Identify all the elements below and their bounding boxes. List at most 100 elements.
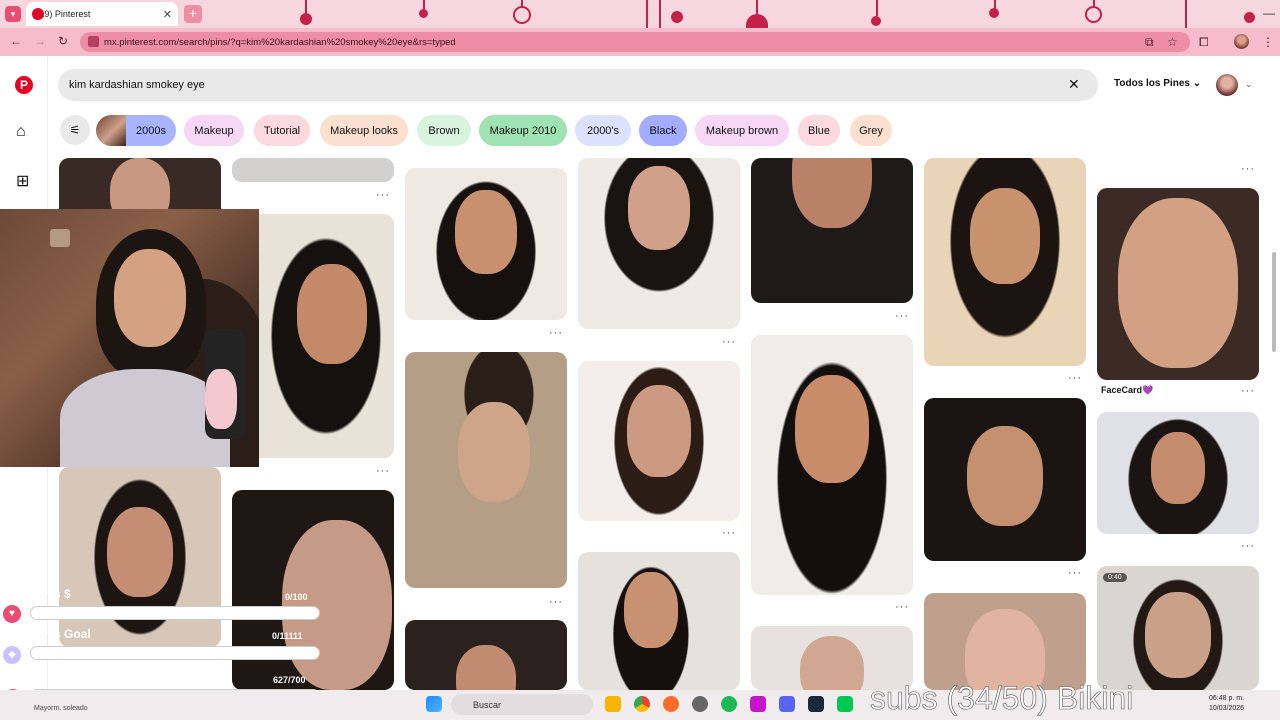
extensions-icon[interactable]: ⧠ <box>1199 35 1209 50</box>
pin-image[interactable] <box>1097 412 1259 534</box>
pin-image[interactable] <box>405 352 567 588</box>
pin-image[interactable] <box>924 158 1086 366</box>
chip-label: 2000's <box>586 124 620 137</box>
pin-more-icon[interactable]: ··· <box>376 189 390 201</box>
pin-more-icon[interactable]: ··· <box>1241 385 1255 397</box>
new-tab-button[interactable]: + <box>184 5 202 23</box>
scrollbar-thumb[interactable] <box>1272 252 1276 352</box>
tab-search-menu-icon[interactable]: ▾ <box>5 6 21 22</box>
canva-icon[interactable] <box>750 696 766 712</box>
chrome-icon[interactable] <box>634 696 650 712</box>
pin-image[interactable] <box>1097 188 1259 380</box>
system-clock[interactable]: 06:48 p. m. 10/03/2026 <box>1209 694 1244 714</box>
bookmark-star-icon[interactable]: ☆ <box>1167 35 1178 49</box>
chip-blue[interactable]: Blue <box>798 115 840 146</box>
pin-more-icon[interactable]: ··· <box>1068 567 1082 579</box>
weather-text[interactable]: Mayorm. soleado <box>34 705 88 712</box>
browser-menu-icon[interactable]: ⋮ <box>1262 35 1274 49</box>
pin-more-icon[interactable]: ··· <box>549 327 563 339</box>
chip-makeup-2010[interactable]: Makeup 2010 <box>479 115 567 146</box>
pin-image[interactable] <box>751 335 913 595</box>
site-info-icon[interactable] <box>88 36 99 47</box>
explore-icon[interactable]: ⊞ <box>16 171 29 191</box>
file-explorer-icon[interactable] <box>605 696 621 712</box>
pin-image[interactable] <box>405 620 567 690</box>
install-app-icon[interactable]: ⧉ <box>1145 35 1154 50</box>
goal-count: 0/11111 <box>272 631 303 641</box>
windows-start-icon[interactable] <box>426 696 442 712</box>
pin-image[interactable] <box>578 361 740 521</box>
search-input[interactable]: kim kardashian smokey eye <box>58 69 1098 101</box>
browser-profile-avatar[interactable] <box>1234 34 1249 49</box>
chip-makeup[interactable]: Makeup <box>184 115 244 146</box>
chip-2000s[interactable]: 2000s <box>126 115 176 146</box>
chip-label: Blue <box>807 124 831 137</box>
chip-black[interactable]: Black <box>639 115 687 146</box>
tab-pinterest[interactable]: (119) Pinterest ✕ <box>26 2 178 26</box>
account-chevron-icon[interactable]: ⌄ <box>1245 79 1253 90</box>
spotify-icon[interactable] <box>721 696 737 712</box>
pin-image[interactable] <box>924 398 1086 561</box>
pin-image[interactable] <box>751 158 913 303</box>
pin-face <box>792 158 872 228</box>
chip-label: Tutorial <box>263 124 301 137</box>
pin-face <box>627 385 691 477</box>
chip-brown[interactable]: Brown <box>417 115 471 146</box>
wall-decor <box>50 229 70 247</box>
forward-icon[interactable]: → <box>34 34 46 48</box>
filters-icon[interactable]: ⚟ <box>60 115 90 145</box>
steam-icon[interactable] <box>808 696 824 712</box>
pin-more-icon[interactable]: ··· <box>895 310 909 322</box>
pin-image[interactable] <box>232 490 394 690</box>
pin-title[interactable]: FaceCard💜 <box>1101 385 1153 396</box>
pin-image[interactable] <box>59 467 221 647</box>
pin-image[interactable] <box>405 168 567 320</box>
kick-icon[interactable] <box>837 696 853 712</box>
pin-video[interactable]: 0:40 <box>1097 566 1259 690</box>
chip-tutorial[interactable]: Tutorial <box>254 115 310 146</box>
chip-label: Makeup <box>194 124 234 137</box>
pin-type-dropdown[interactable]: Todos los Pines ⌄ <box>1114 78 1201 89</box>
pin-face <box>800 636 864 690</box>
pinterest-logo-icon[interactable]: P <box>15 76 33 94</box>
app-icon[interactable] <box>692 696 708 712</box>
taskbar-search[interactable]: Buscar <box>451 694 593 715</box>
reload-icon[interactable]: ↻ <box>58 34 68 48</box>
decor-line <box>1185 0 1187 28</box>
decor-line <box>659 0 661 28</box>
decor-line <box>756 0 758 14</box>
home-icon[interactable]: ⌂ <box>16 123 26 141</box>
pin-image[interactable] <box>232 158 394 182</box>
subs-goal-text: subs (34/50) Bikini <box>870 680 1134 717</box>
pin-face <box>628 166 690 250</box>
address-bar[interactable]: mx.pinterest.com/search/pins/?q=kim%20ka… <box>80 32 1190 52</box>
pin-more-icon[interactable]: ··· <box>722 336 736 348</box>
minimize-icon[interactable]: — <box>1263 6 1275 20</box>
pin-more-icon[interactable]: ··· <box>376 465 390 477</box>
chip-makeup-looks[interactable]: Makeup looks <box>320 115 408 146</box>
pin-image[interactable] <box>578 158 740 329</box>
discord-icon[interactable] <box>779 696 795 712</box>
pin-face <box>458 402 531 502</box>
pin-more-icon[interactable]: ··· <box>549 596 563 608</box>
back-icon[interactable]: ← <box>10 34 22 48</box>
firefox-icon[interactable] <box>663 696 679 712</box>
close-tab-icon[interactable]: ✕ <box>163 8 172 21</box>
pin-image[interactable] <box>924 593 1086 690</box>
pin-more-icon[interactable]: ··· <box>722 527 736 539</box>
pin-more-icon[interactable]: ··· <box>1068 372 1082 384</box>
chip-grey[interactable]: Grey <box>850 115 892 146</box>
avatar[interactable] <box>1216 74 1238 96</box>
pin-image[interactable] <box>578 552 740 690</box>
chip-makeup-brown[interactable]: Makeup brown <box>695 115 789 146</box>
streamer-face <box>114 249 186 347</box>
pin-face <box>965 609 1045 690</box>
pin-more-icon[interactable]: ··· <box>1241 540 1255 552</box>
clear-search-icon[interactable]: ✕ <box>1068 76 1080 93</box>
pin-more-icon[interactable]: ··· <box>1241 163 1255 175</box>
chip-label: Makeup looks <box>330 124 398 137</box>
pin-more-icon[interactable]: ··· <box>895 601 909 613</box>
droplet-icon: ◆ <box>3 646 21 664</box>
chip-2000s-apostrophe[interactable]: 2000's <box>575 115 631 146</box>
chip-label: Grey <box>859 124 883 137</box>
